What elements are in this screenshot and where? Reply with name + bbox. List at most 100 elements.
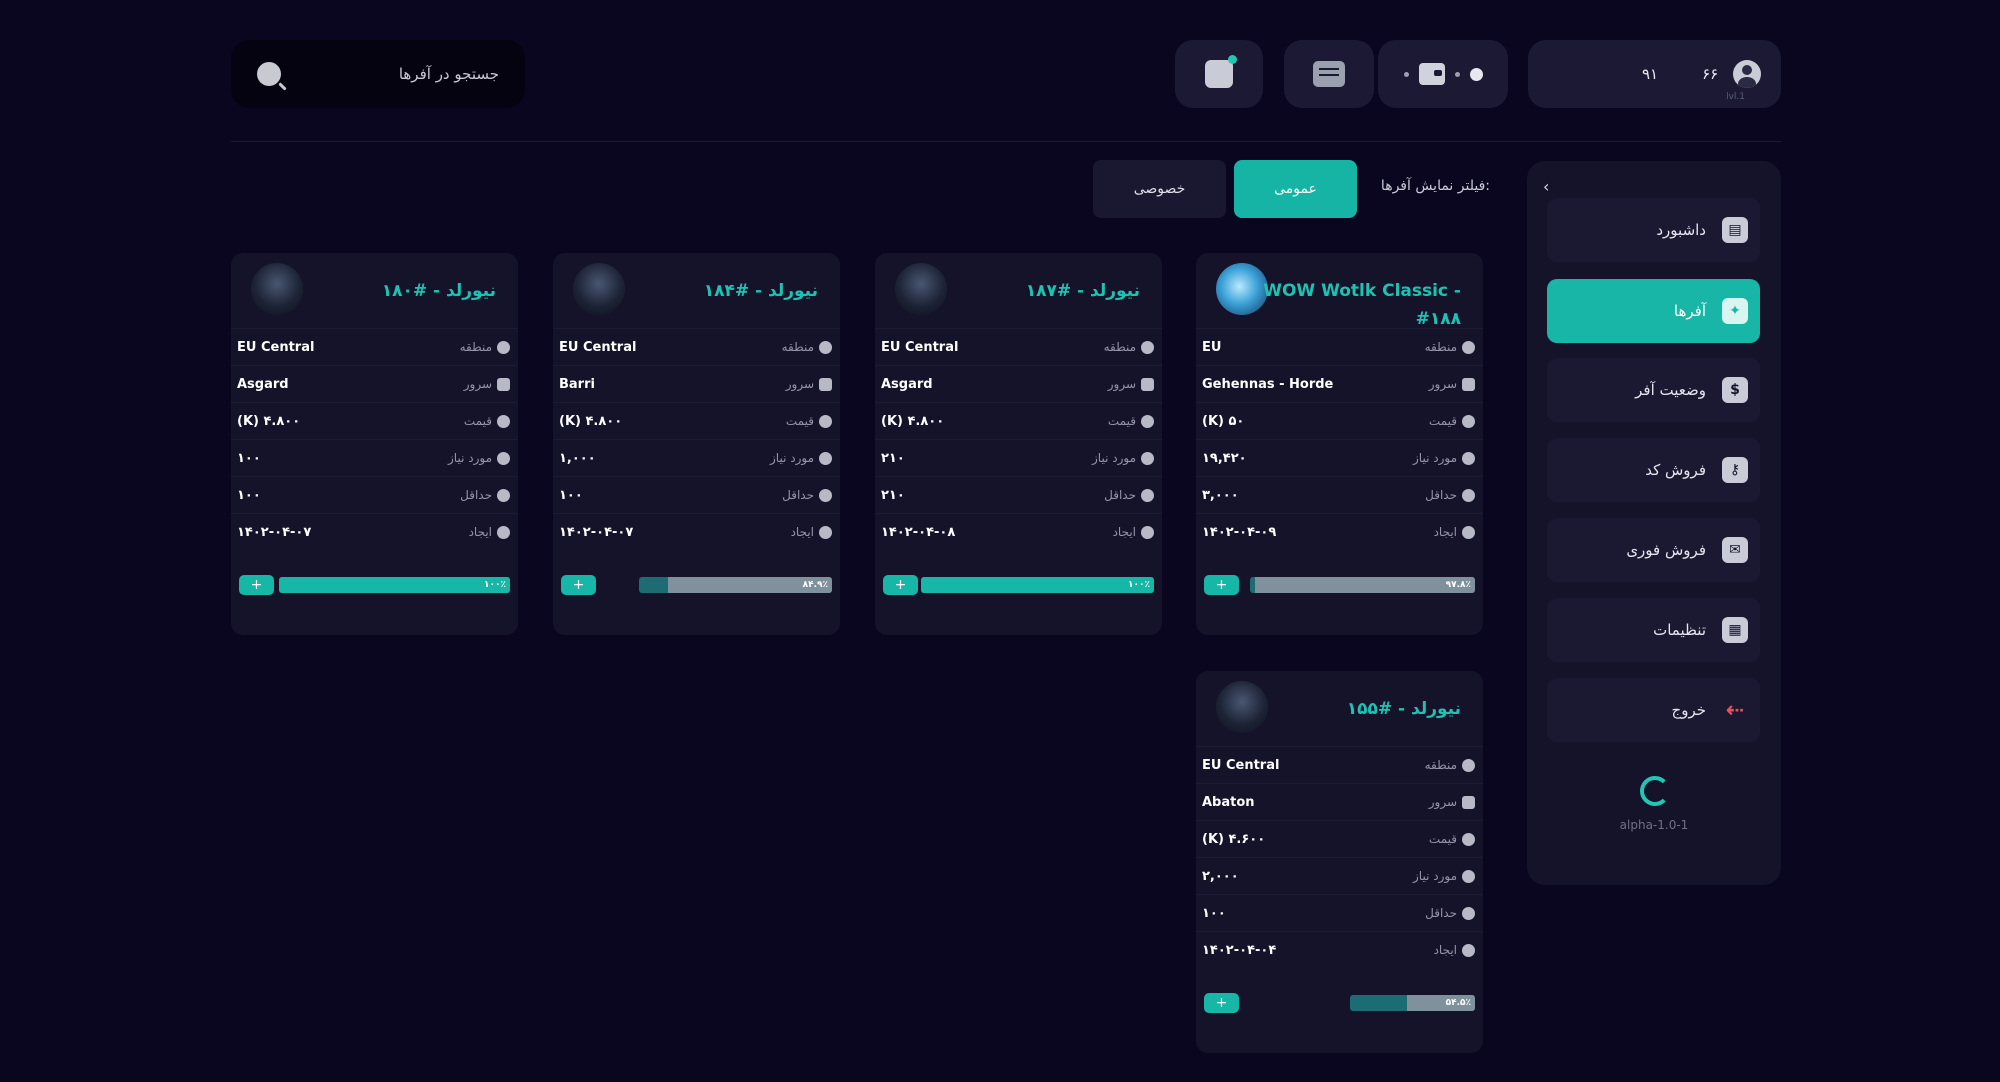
sidebar-item-label: خروج — [1671, 701, 1706, 719]
card-title[interactable]: نیورلد - #۱۸۰ — [296, 277, 496, 305]
add-button[interactable]: + — [1204, 575, 1239, 595]
card-price-label: قیمت — [1428, 414, 1457, 428]
card-details: EU منطقه Gehennas - Horde سرور (K) ۵۰ قی… — [1196, 328, 1483, 550]
card-region-label: منطقه — [1424, 758, 1457, 772]
add-button[interactable]: + — [561, 575, 596, 595]
progress-bar: ۵۴.۵٪ — [1350, 995, 1475, 1011]
card-price-label-wrap: قیمت — [1108, 414, 1154, 428]
search-box[interactable] — [231, 40, 525, 108]
wallet-button[interactable] — [1378, 40, 1508, 108]
card-min-label: حداقل — [782, 488, 814, 502]
offer-card[interactable]: نیورلد - #۱۵۵ EU Central منطقه Abaton سر… — [1196, 671, 1483, 1053]
search-input[interactable] — [281, 65, 499, 83]
progress-bar: ۸۴.۹٪ — [639, 577, 832, 593]
sidebar-item-instant-sale[interactable]: فروش فوری ✉ — [1547, 518, 1760, 582]
globe-icon — [1141, 340, 1154, 354]
notifications-button[interactable] — [1175, 40, 1263, 108]
info-icon — [1462, 869, 1475, 883]
card-row-created: ۱۴۰۲-۰۴-۰۸ ایجاد — [875, 513, 1162, 550]
card-required-value: ۲,۰۰۰ — [1202, 868, 1239, 884]
offer-card[interactable]: WOW Wotlk Classic - #۱۸۸ EU منطقه Gehenn… — [1196, 253, 1483, 635]
card-region-label-wrap: منطقه — [782, 340, 832, 354]
card-title[interactable]: نیورلد - #۱۵۵ — [1261, 695, 1461, 723]
info-icon — [819, 451, 832, 465]
offer-card[interactable]: نیورلد - #۱۸۰ EU Central منطقه Asgard سر… — [231, 253, 518, 635]
dollar-icon: $ — [1722, 377, 1748, 403]
card-min-label-wrap: حداقل — [1425, 488, 1475, 502]
card-row-server: Asgard سرور — [875, 365, 1162, 402]
card-min-value: ۲۱۰ — [881, 487, 905, 503]
card-title[interactable]: نیورلد - #۱۸۴ — [618, 277, 818, 305]
globe-icon — [1462, 758, 1475, 772]
sidebar-item-offer-status[interactable]: وضعیت آفر $ — [1547, 358, 1760, 422]
card-details: EU Central منطقه Abaton سرور (K) ۴.۶۰۰ ق… — [1196, 746, 1483, 968]
sidebar-item-label: فروش کد — [1645, 461, 1706, 479]
sidebar-item-logout[interactable]: خروج ⇠ — [1547, 678, 1760, 742]
globe-icon — [819, 340, 832, 354]
user-stats: ۹۱ ۶۶ — [1642, 65, 1718, 83]
search-icon[interactable] — [257, 62, 281, 86]
brand-logo-icon — [1640, 776, 1670, 806]
card-created-label-wrap: ایجاد — [1113, 525, 1154, 539]
globe-icon — [1462, 340, 1475, 354]
card-created-label-wrap: ایجاد — [469, 525, 510, 539]
card-region-label: منطقه — [781, 340, 814, 354]
card-required-label-wrap: مورد نیاز — [1413, 451, 1475, 465]
progress-bar: ۱۰۰٪ — [921, 577, 1154, 593]
tab-private[interactable]: خصوصی — [1093, 160, 1226, 218]
add-button[interactable]: + — [239, 575, 274, 595]
card-title[interactable]: نیورلد - #۱۸۷ — [940, 277, 1140, 305]
card-server-label-wrap: سرور — [1108, 377, 1154, 391]
card-row-region: EU منطقه — [1196, 328, 1483, 365]
sidebar-item-label: فروش فوری — [1626, 541, 1706, 559]
sidebar-item-sell-code[interactable]: فروش کد ⚷ — [1547, 438, 1760, 502]
price-icon — [497, 414, 510, 428]
chevron-left-icon[interactable]: ‹ — [1543, 179, 1559, 195]
card-row-region: EU Central منطقه — [875, 328, 1162, 365]
tab-public[interactable]: عمومی — [1234, 160, 1357, 218]
card-row-required: ۱۰۰ مورد نیاز — [231, 439, 518, 476]
offer-card[interactable]: نیورلد - #۱۸۴ EU Central منطقه Barri سرو… — [553, 253, 840, 635]
card-price-value: (K) ۴.۸۰۰ — [559, 413, 623, 429]
app-version: alpha-1.0-1 — [1619, 818, 1689, 832]
card-price-value: (K) ۴.۶۰۰ — [1202, 831, 1266, 847]
card-required-value: ۲۱۰ — [881, 450, 905, 466]
progress-bar: ۱۰۰٪ — [279, 577, 510, 593]
card-min-label-wrap: حداقل — [782, 488, 832, 502]
card-row-required: ۱۹,۴۲۰ مورد نیاز — [1196, 439, 1483, 476]
card-min-value: ۳,۰۰۰ — [1202, 487, 1239, 503]
sidebar-item-label: داشبورد — [1656, 221, 1706, 239]
settings-icon: ▦ — [1722, 617, 1748, 643]
offers-icon: ✦ — [1722, 298, 1748, 324]
card-region-value: EU Central — [1202, 757, 1280, 773]
card-server-label-wrap: سرور — [1429, 795, 1475, 809]
exit-icon: ⇠ — [1725, 697, 1745, 723]
info-icon — [497, 488, 510, 502]
card-price-label: قیمت — [1428, 832, 1457, 846]
filter-label: فیلتر نمایش آفرها: — [1380, 178, 1490, 194]
card-created-label: ایجاد — [468, 525, 492, 539]
card-created-label: ایجاد — [790, 525, 814, 539]
card-header: WOW Wotlk Classic - #۱۸۸ — [1196, 253, 1483, 329]
info-icon — [819, 525, 832, 539]
card-row-server: Barri سرور — [553, 365, 840, 402]
header-divider — [231, 141, 1781, 142]
card-required-label: مورد نیاز — [1413, 451, 1457, 465]
card-server-value: Abaton — [1202, 794, 1255, 810]
offer-card[interactable]: نیورلد - #۱۸۷ EU Central منطقه Asgard سر… — [875, 253, 1162, 635]
sidebar-item-settings[interactable]: تنظیمات ▦ — [1547, 598, 1760, 662]
card-row-required: ۲,۰۰۰ مورد نیاز — [1196, 857, 1483, 894]
card-region-label: منطقه — [1424, 340, 1457, 354]
add-button[interactable]: + — [883, 575, 918, 595]
user-profile-button[interactable]: ۹۱ ۶۶ lvl.1 — [1528, 40, 1781, 108]
dot-icon — [1454, 71, 1460, 77]
card-title[interactable]: WOW Wotlk Classic - #۱۸۸ — [1261, 277, 1461, 333]
messages-button[interactable] — [1284, 40, 1374, 108]
server-icon — [497, 377, 510, 391]
sidebar-item-offers[interactable]: آفرها ✦ — [1547, 279, 1760, 343]
add-button[interactable]: + — [1204, 993, 1239, 1013]
card-required-label-wrap: مورد نیاز — [1413, 869, 1475, 883]
sidebar-item-dashboard[interactable]: داشبورد ▤ — [1547, 198, 1760, 262]
card-row-server: Abaton سرور — [1196, 783, 1483, 820]
card-min-label: حداقل — [460, 488, 492, 502]
